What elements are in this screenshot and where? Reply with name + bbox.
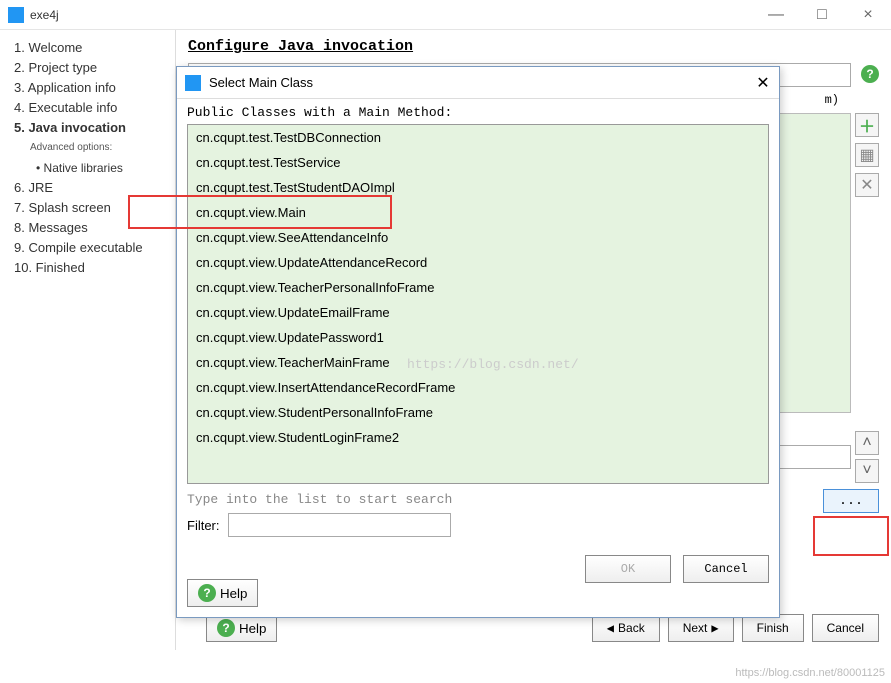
step-executable-info[interactable]: 4. Executable info xyxy=(14,98,175,118)
highlight-main-item xyxy=(128,195,392,229)
add-entry-button[interactable]: ＋ xyxy=(855,113,879,137)
step-java-invocation[interactable]: 5. Java invocation xyxy=(14,118,175,138)
cancel-button[interactable]: Cancel xyxy=(812,614,879,642)
dialog-icon xyxy=(185,75,201,91)
filter-input[interactable] xyxy=(228,513,451,537)
step-welcome[interactable]: 1. Welcome xyxy=(14,38,175,58)
native-libraries-sub[interactable]: • Native libraries xyxy=(14,158,175,178)
help-icon: ? xyxy=(217,619,235,637)
list-item[interactable]: cn.cqupt.view.StudentLoginFrame2 xyxy=(188,425,768,450)
dialog-help-label: Help xyxy=(220,586,247,601)
dialog-ok-button[interactable]: OK xyxy=(585,555,671,583)
window-title: exe4j xyxy=(30,8,59,22)
dialog-close-button[interactable]: ✕ xyxy=(753,73,773,93)
list-item[interactable]: cn.cqupt.view.TeacherPersonalInfoFrame xyxy=(188,275,768,300)
list-item[interactable]: cn.cqupt.test.TestDBConnection xyxy=(188,125,768,150)
app-icon xyxy=(8,7,24,23)
list-item[interactable]: cn.cqupt.view.UpdatePassword1 xyxy=(188,325,768,350)
list-item[interactable]: cn.cqupt.view.StudentPersonalInfoFrame xyxy=(188,400,768,425)
section-heading: Configure Java invocation xyxy=(188,38,879,55)
window-titlebar: exe4j — □ × xyxy=(0,0,891,30)
list-item[interactable]: cn.cqupt.view.TeacherMainFrame xyxy=(188,350,768,375)
close-button[interactable]: × xyxy=(845,0,891,30)
maximize-button[interactable]: □ xyxy=(799,0,845,30)
edit-entry-button[interactable]: ▦ xyxy=(855,143,879,167)
list-item[interactable]: cn.cqupt.view.InsertAttendanceRecordFram… xyxy=(188,375,768,400)
help-icon: ? xyxy=(198,584,216,602)
class-list[interactable]: cn.cqupt.test.TestDBConnection cn.cqupt.… xyxy=(187,124,769,484)
step-project-type[interactable]: 2. Project type xyxy=(14,58,175,78)
delete-entry-button[interactable]: ✕ xyxy=(855,173,879,197)
back-button[interactable]: ◀ Back xyxy=(592,614,660,642)
minimize-button[interactable]: — xyxy=(753,0,799,30)
dialog-cancel-button[interactable]: Cancel xyxy=(683,555,769,583)
dialog-list-label: Public Classes with a Main Method: xyxy=(187,105,769,120)
step-compile-executable[interactable]: 9. Compile executable xyxy=(14,238,175,258)
select-main-class-dialog: Select Main Class ✕ Public Classes with … xyxy=(176,66,780,618)
help-button[interactable]: ? Help xyxy=(206,614,277,642)
dialog-titlebar: Select Main Class ✕ xyxy=(177,67,779,99)
wizard-sidebar: 1. Welcome 2. Project type 3. Applicatio… xyxy=(0,30,175,650)
step-finished[interactable]: 10. Finished xyxy=(14,258,175,278)
finish-button[interactable]: Finish xyxy=(742,614,804,642)
move-down-button[interactable]: ˅ xyxy=(855,459,879,483)
list-item[interactable]: cn.cqupt.view.UpdateAttendanceRecord xyxy=(188,250,768,275)
help-label: Help xyxy=(239,621,266,636)
help-icon[interactable]: ? xyxy=(861,65,879,83)
move-up-button[interactable]: ˄ xyxy=(855,431,879,455)
filter-label: Filter: xyxy=(187,518,220,533)
dialog-help-button[interactable]: ? Help xyxy=(187,579,258,607)
next-button[interactable]: Next ▶ xyxy=(668,614,734,642)
search-hint: Type into the list to start search xyxy=(187,492,769,507)
step-application-info[interactable]: 3. Application info xyxy=(14,78,175,98)
corner-watermark: https://blog.csdn.net/80001125 xyxy=(735,667,885,679)
advanced-options-label: Advanced options: xyxy=(14,138,175,158)
dialog-title: Select Main Class xyxy=(209,75,313,90)
list-item[interactable]: cn.cqupt.test.TestService xyxy=(188,150,768,175)
highlight-ellipsis xyxy=(813,516,889,556)
list-item[interactable]: cn.cqupt.view.UpdateEmailFrame xyxy=(188,300,768,325)
browse-main-class-button[interactable]: ... xyxy=(823,489,879,513)
